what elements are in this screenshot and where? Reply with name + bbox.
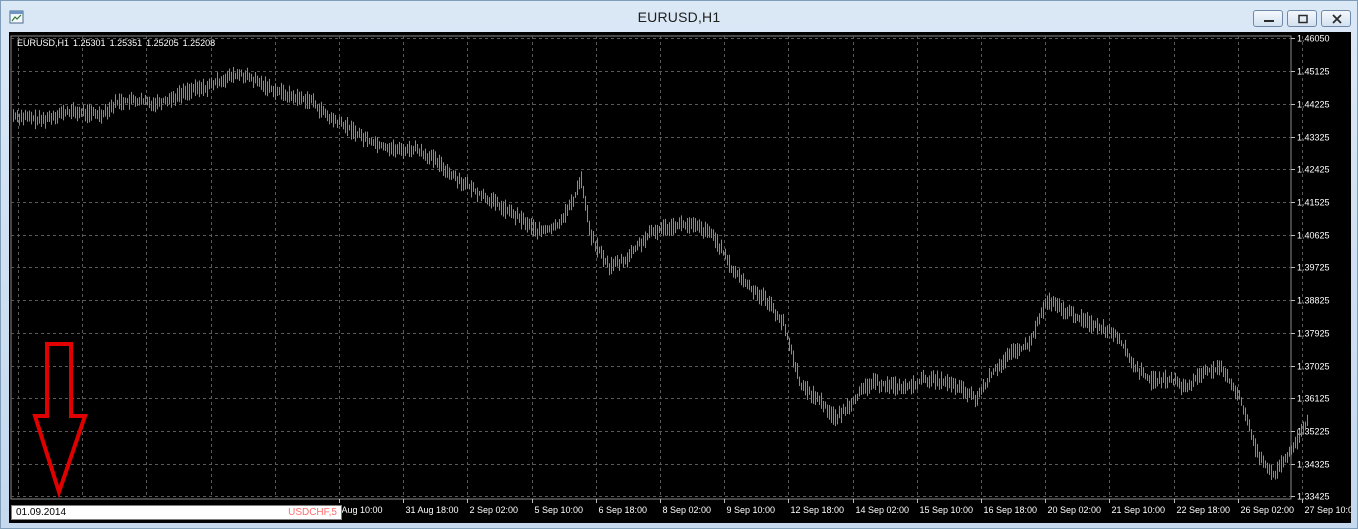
x-tick-label: 12 Sep 18:00 xyxy=(791,505,845,515)
minimize-icon xyxy=(1264,20,1274,22)
close-icon xyxy=(1332,14,1342,24)
chart-canvas[interactable]: 1.46050 1.45125 1.44225 1.43325 1.42425 1.415… xyxy=(9,32,1351,523)
chart-window: EURUSD,H1 1.46050 1.45125 1.44225 1.43325 1.… xyxy=(0,0,1358,529)
y-tick-label: 1.41525 xyxy=(1297,198,1330,208)
x-tick-label: 22 Sep 18:00 xyxy=(1177,505,1231,515)
ohlc-symbol: EURUSD,H1 xyxy=(17,38,70,48)
y-tick-label: 1.45125 xyxy=(1297,67,1330,77)
y-tick-label: 1.36125 xyxy=(1297,394,1330,404)
date-input[interactable]: 01.09.2014 xyxy=(16,507,66,518)
y-tick-label: 1.39725 xyxy=(1297,263,1330,273)
x-tick-label: Aug 10:00 xyxy=(342,505,383,515)
minimize-button[interactable] xyxy=(1253,10,1283,27)
x-tick-label: 15 Sep 10:00 xyxy=(920,505,974,515)
x-tick-label: 2 Sep 02:00 xyxy=(470,505,519,515)
price-chart[interactable]: 1.46050 1.45125 1.44225 1.43325 1.42425 1.415… xyxy=(9,32,1351,523)
x-tick-label: 8 Sep 02:00 xyxy=(663,505,712,515)
y-tick-label: 1.38825 xyxy=(1297,296,1330,306)
title-bar[interactable]: EURUSD,H1 xyxy=(1,1,1357,33)
ohlc-low: 1.25205 xyxy=(146,38,179,48)
quick-navigation-field[interactable]: 01.09.2014 USDCHF,5 xyxy=(11,505,342,520)
x-tick-label: 20 Sep 02:00 xyxy=(1048,505,1102,515)
ohlc-readout: EURUSD,H1 1.25301 1.25351 1.25205 1.25208 xyxy=(17,38,219,48)
ohlc-high: 1.25351 xyxy=(109,38,143,48)
x-tick-label: 14 Sep 02:00 xyxy=(856,505,910,515)
window-title: EURUSD,H1 xyxy=(637,9,721,25)
y-tick-label: 1.44225 xyxy=(1297,100,1330,110)
y-tick-label: 1.33425 xyxy=(1297,492,1330,502)
ohlc-close: 1.25208 xyxy=(182,38,216,48)
x-tick-label: 9 Sep 10:00 xyxy=(727,505,776,515)
x-tick-label: 16 Sep 18:00 xyxy=(984,505,1038,515)
restore-button[interactable] xyxy=(1287,10,1317,27)
x-tick-label: 6 Sep 18:00 xyxy=(599,505,648,515)
restore-icon xyxy=(1298,14,1308,24)
ohlc-open: 1.25301 xyxy=(73,38,106,48)
y-tick-label: 1.37025 xyxy=(1297,362,1330,372)
y-tick-label: 1.40625 xyxy=(1297,231,1330,241)
y-tick-label: 1.37925 xyxy=(1297,329,1330,339)
x-tick-label: 27 Sep 10:00 xyxy=(1305,505,1352,515)
close-button[interactable] xyxy=(1321,10,1351,27)
x-tick-label: 26 Sep 02:00 xyxy=(1241,505,1295,515)
x-tick-label: 31 Aug 18:00 xyxy=(406,505,459,515)
y-tick-label: 1.34325 xyxy=(1297,460,1330,470)
y-tick-label: 1.46050 xyxy=(1297,34,1330,44)
symbol-hint: USDCHF,5 xyxy=(288,507,337,518)
x-tick-label: 21 Sep 10:00 xyxy=(1112,505,1166,515)
y-tick-label: 1.42425 xyxy=(1297,165,1330,175)
x-tick-label: 5 Sep 10:00 xyxy=(535,505,584,515)
y-tick-label: 1.43325 xyxy=(1297,133,1330,143)
